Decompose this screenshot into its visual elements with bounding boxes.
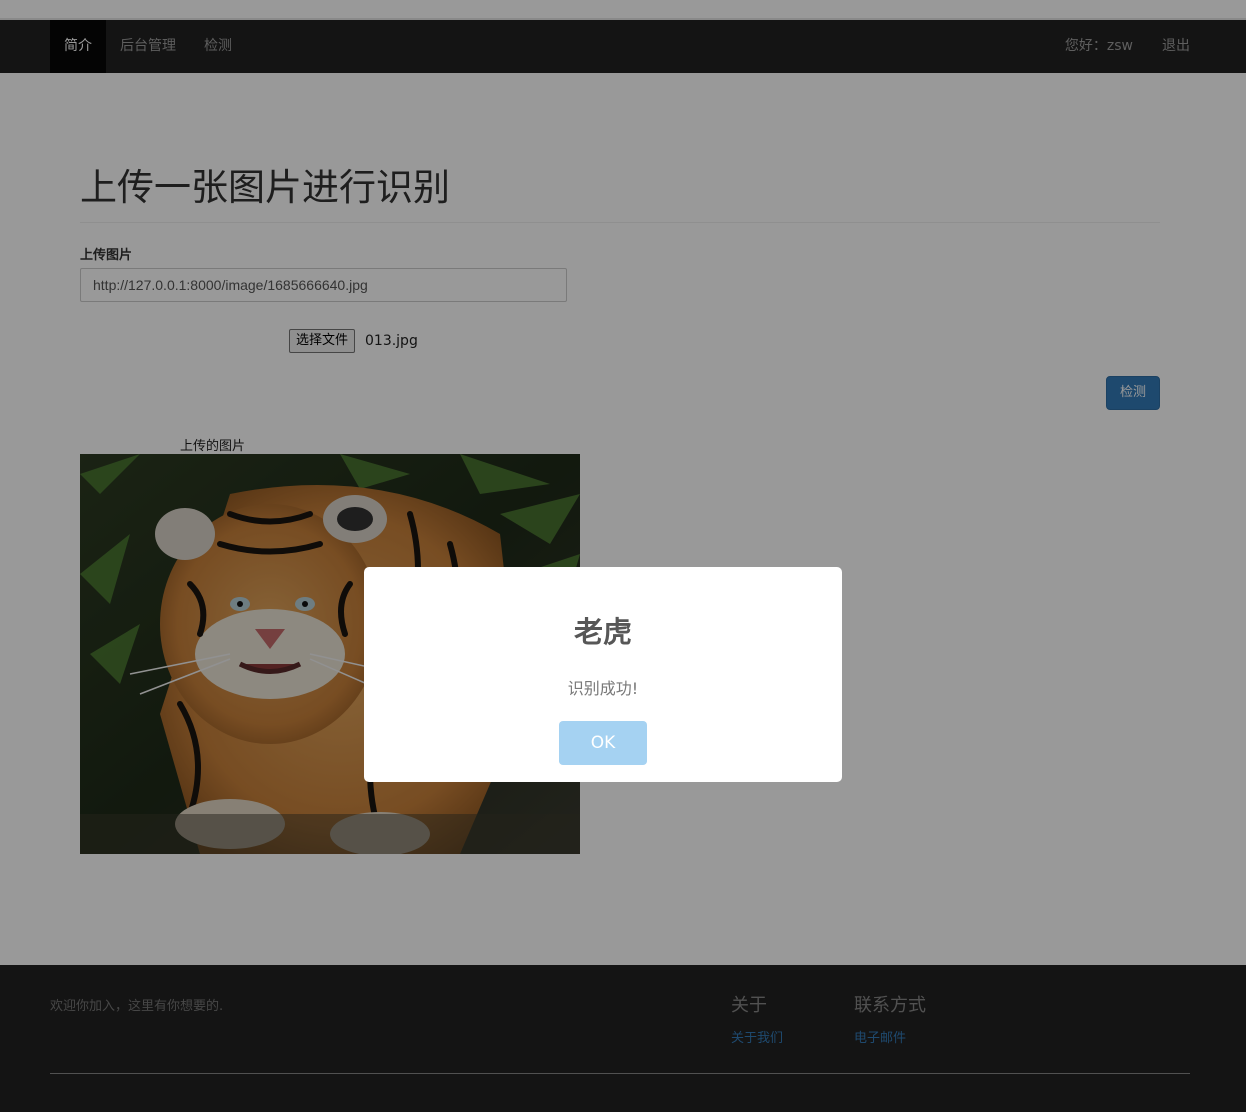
modal-backdrop[interactable] bbox=[0, 0, 1246, 1112]
ok-button[interactable]: OK bbox=[559, 721, 647, 765]
result-message: 识别成功! bbox=[567, 679, 639, 698]
result-title: 老虎 bbox=[573, 615, 632, 649]
result-dialog: 老虎 识别成功! OK bbox=[364, 567, 842, 782]
